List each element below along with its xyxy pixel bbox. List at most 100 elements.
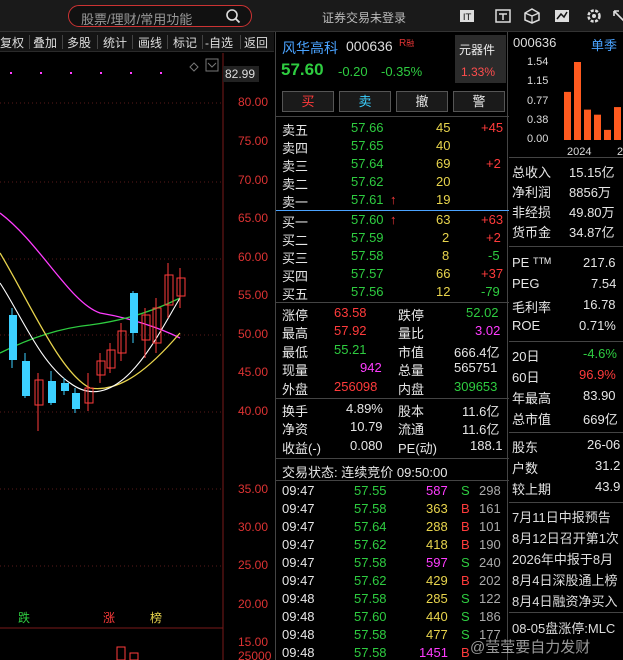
sector-name: 元器件	[459, 43, 496, 57]
marker-die[interactable]: 跌	[18, 609, 30, 626]
price-tick: 65.00	[238, 211, 269, 225]
tick-row: 09:47 57.64 288 B 101	[282, 519, 501, 534]
cancel-button[interactable]: 撤	[396, 91, 448, 112]
fin-row: 净利润 8856万	[512, 185, 611, 200]
news-item[interactable]: 8月12日召开第1次	[512, 528, 619, 547]
holder-row: 股东 26-06	[512, 437, 621, 455]
search-icon[interactable]	[225, 8, 241, 24]
tool-overlay[interactable]: 叠加	[33, 34, 57, 51]
chart-icon[interactable]	[553, 7, 571, 25]
collapse-icon	[205, 58, 219, 72]
tool-remove-watch[interactable]: -自选	[205, 34, 233, 51]
earnings-bar	[614, 107, 621, 140]
marker-zhang[interactable]: 涨	[103, 609, 115, 626]
fin-row: 总收入 15.15亿	[512, 165, 615, 180]
stat-row: 收益(-) 0.080 PE(动) 188.1	[282, 438, 503, 456]
fin-row: 非经损 49.80万	[512, 205, 615, 220]
login-status[interactable]: 证券交易未登录	[322, 9, 406, 26]
earnings-bar	[594, 114, 601, 140]
sector-box[interactable]: 元器件 1.33%	[455, 35, 506, 83]
tick-row: 09:48 57.58 285 S 122	[282, 591, 501, 606]
kline-chart[interactable]: 82.99 80.00 75.00 70.00 65.00 60.00 55.0…	[0, 53, 274, 660]
buy-level-4[interactable]: 买四 57.57 66 +37	[276, 265, 509, 284]
news-item[interactable]: 8月4日深股通上榜	[512, 570, 617, 589]
r-badge: R融	[399, 38, 415, 49]
price-tick: 55.00	[238, 288, 269, 302]
price-tick: 70.00	[238, 173, 269, 187]
marker-bang[interactable]: 榜	[150, 609, 162, 626]
stat-row: 净资 10.79 流通 11.6亿	[282, 419, 500, 437]
quote-panel: 风华高科 000636 R融 元器件 1.33% 57.60 -0.20 -0.…	[275, 32, 509, 660]
candles	[9, 263, 186, 431]
text-icon[interactable]	[494, 7, 512, 25]
sell-level-1[interactable]: 卖一 57.61 ↑ 19	[276, 191, 509, 210]
tick-row: 09:47 57.58 597 S 240	[282, 555, 501, 570]
top-bar: 股票/理财/常用功能 证券交易未登录 IT	[0, 0, 623, 32]
price-tick: 60.00	[238, 250, 269, 264]
buy-level-5[interactable]: 买五 57.56 12 -79	[276, 283, 509, 302]
stat-row: 最高 57.92 量比 3.02	[282, 323, 501, 341]
tick-row: 09:47 57.58 363 B 161	[282, 501, 501, 516]
sell-level-2[interactable]: 卖二 57.62 20	[276, 173, 509, 192]
buy-level-3[interactable]: 买三 57.58 8 -5	[276, 247, 509, 266]
price-tick: 50.00	[238, 327, 269, 341]
val-row: PE ᵀᵀᴹ 217.6	[512, 255, 616, 270]
tool-multi[interactable]: 多股	[67, 34, 91, 51]
stat-row: 外盘 256098 内盘 309653	[282, 379, 498, 397]
svg-text:IT: IT	[463, 13, 472, 23]
kline-svg	[0, 53, 259, 660]
sell-level-5[interactable]: 卖五 57.66 45 +45	[276, 119, 509, 138]
news-item[interactable]: 08-05盘涨停:MLC	[512, 618, 615, 637]
right-code: 000636	[513, 35, 557, 50]
earnings-bar-chart: 1.54 1.15 0.77 0.38 0.00 2024 2	[527, 56, 623, 158]
val-row: PEG 7.54	[512, 276, 617, 291]
arrow-up-icon: ↑	[390, 192, 397, 207]
earnings-bar	[574, 62, 581, 140]
settings-icon[interactable]	[585, 7, 603, 25]
sell-button[interactable]: 卖	[339, 91, 391, 112]
expand-icon[interactable]	[610, 7, 623, 25]
stat-row: 最低 55.21 市值 666.4亿	[282, 342, 500, 360]
holder-row: 户数 31.2	[512, 458, 621, 476]
tick-row: 09:47 57.62 429 B 202	[282, 573, 501, 588]
price-change-pct: -0.35%	[381, 64, 423, 79]
buy-level-2[interactable]: 买二 57.59 2 +2	[276, 229, 509, 248]
earnings-bar	[604, 129, 611, 140]
alert-button[interactable]: 警	[453, 91, 505, 112]
tick-row: 09:47 57.55 587 S 298	[282, 483, 501, 498]
stat-row: 涨停 63.58 跌停 52.02	[282, 305, 499, 323]
current-price: 57.60	[281, 60, 324, 79]
tool-mark[interactable]: 标记	[173, 34, 197, 51]
search-box[interactable]: 股票/理财/常用功能	[68, 5, 252, 27]
news-item[interactable]: 7月11日中报预告	[512, 507, 611, 526]
trade-status: 交易状态: 连续竞价 09:50:00	[282, 465, 448, 480]
fin-row: 货币金 34.87亿	[512, 225, 615, 240]
search-input[interactable]: 股票/理财/常用功能	[81, 9, 192, 28]
tool-adjust[interactable]: 复权	[0, 34, 24, 51]
tool-back[interactable]: 返回	[244, 34, 268, 51]
buy-level-1[interactable]: 买一 57.60 ↑ 63 +63	[276, 211, 509, 230]
perf-row: 总市值 669亿	[512, 412, 618, 427]
arrow-up-icon: ↑	[390, 212, 397, 227]
stat-row: 现量 942 总量 565751	[282, 360, 498, 378]
cube-icon[interactable]	[523, 7, 541, 25]
stat-row: 换手 4.89% 股本 11.6亿	[282, 401, 500, 419]
news-item[interactable]: 8月4日融资净买入	[512, 591, 617, 610]
buy-button[interactable]: 买	[282, 91, 334, 112]
period-toggle[interactable]: 单季	[591, 35, 617, 54]
price-tick: 80.00	[238, 95, 269, 109]
brand-icon[interactable]: IT	[458, 7, 476, 25]
sector-pct: 1.33%	[461, 65, 496, 79]
tool-draw[interactable]: 画线	[138, 34, 162, 51]
price-tick: 40.00	[238, 404, 269, 418]
price-tick: 15.00	[238, 635, 269, 649]
stock-code: 000636	[346, 38, 393, 54]
tool-stats[interactable]: 统计	[103, 34, 127, 51]
sell-level-4[interactable]: 卖四 57.65 40	[276, 137, 509, 156]
sell-level-3[interactable]: 卖三 57.64 69 +2	[276, 155, 509, 174]
val-row: 毛利率 16.78	[512, 297, 616, 315]
news-item[interactable]: 2026年中报于8月	[512, 549, 613, 568]
price-tick: 30.00	[238, 520, 269, 534]
earnings-bar	[584, 109, 591, 140]
stock-name[interactable]: 风华高科	[282, 38, 338, 58]
